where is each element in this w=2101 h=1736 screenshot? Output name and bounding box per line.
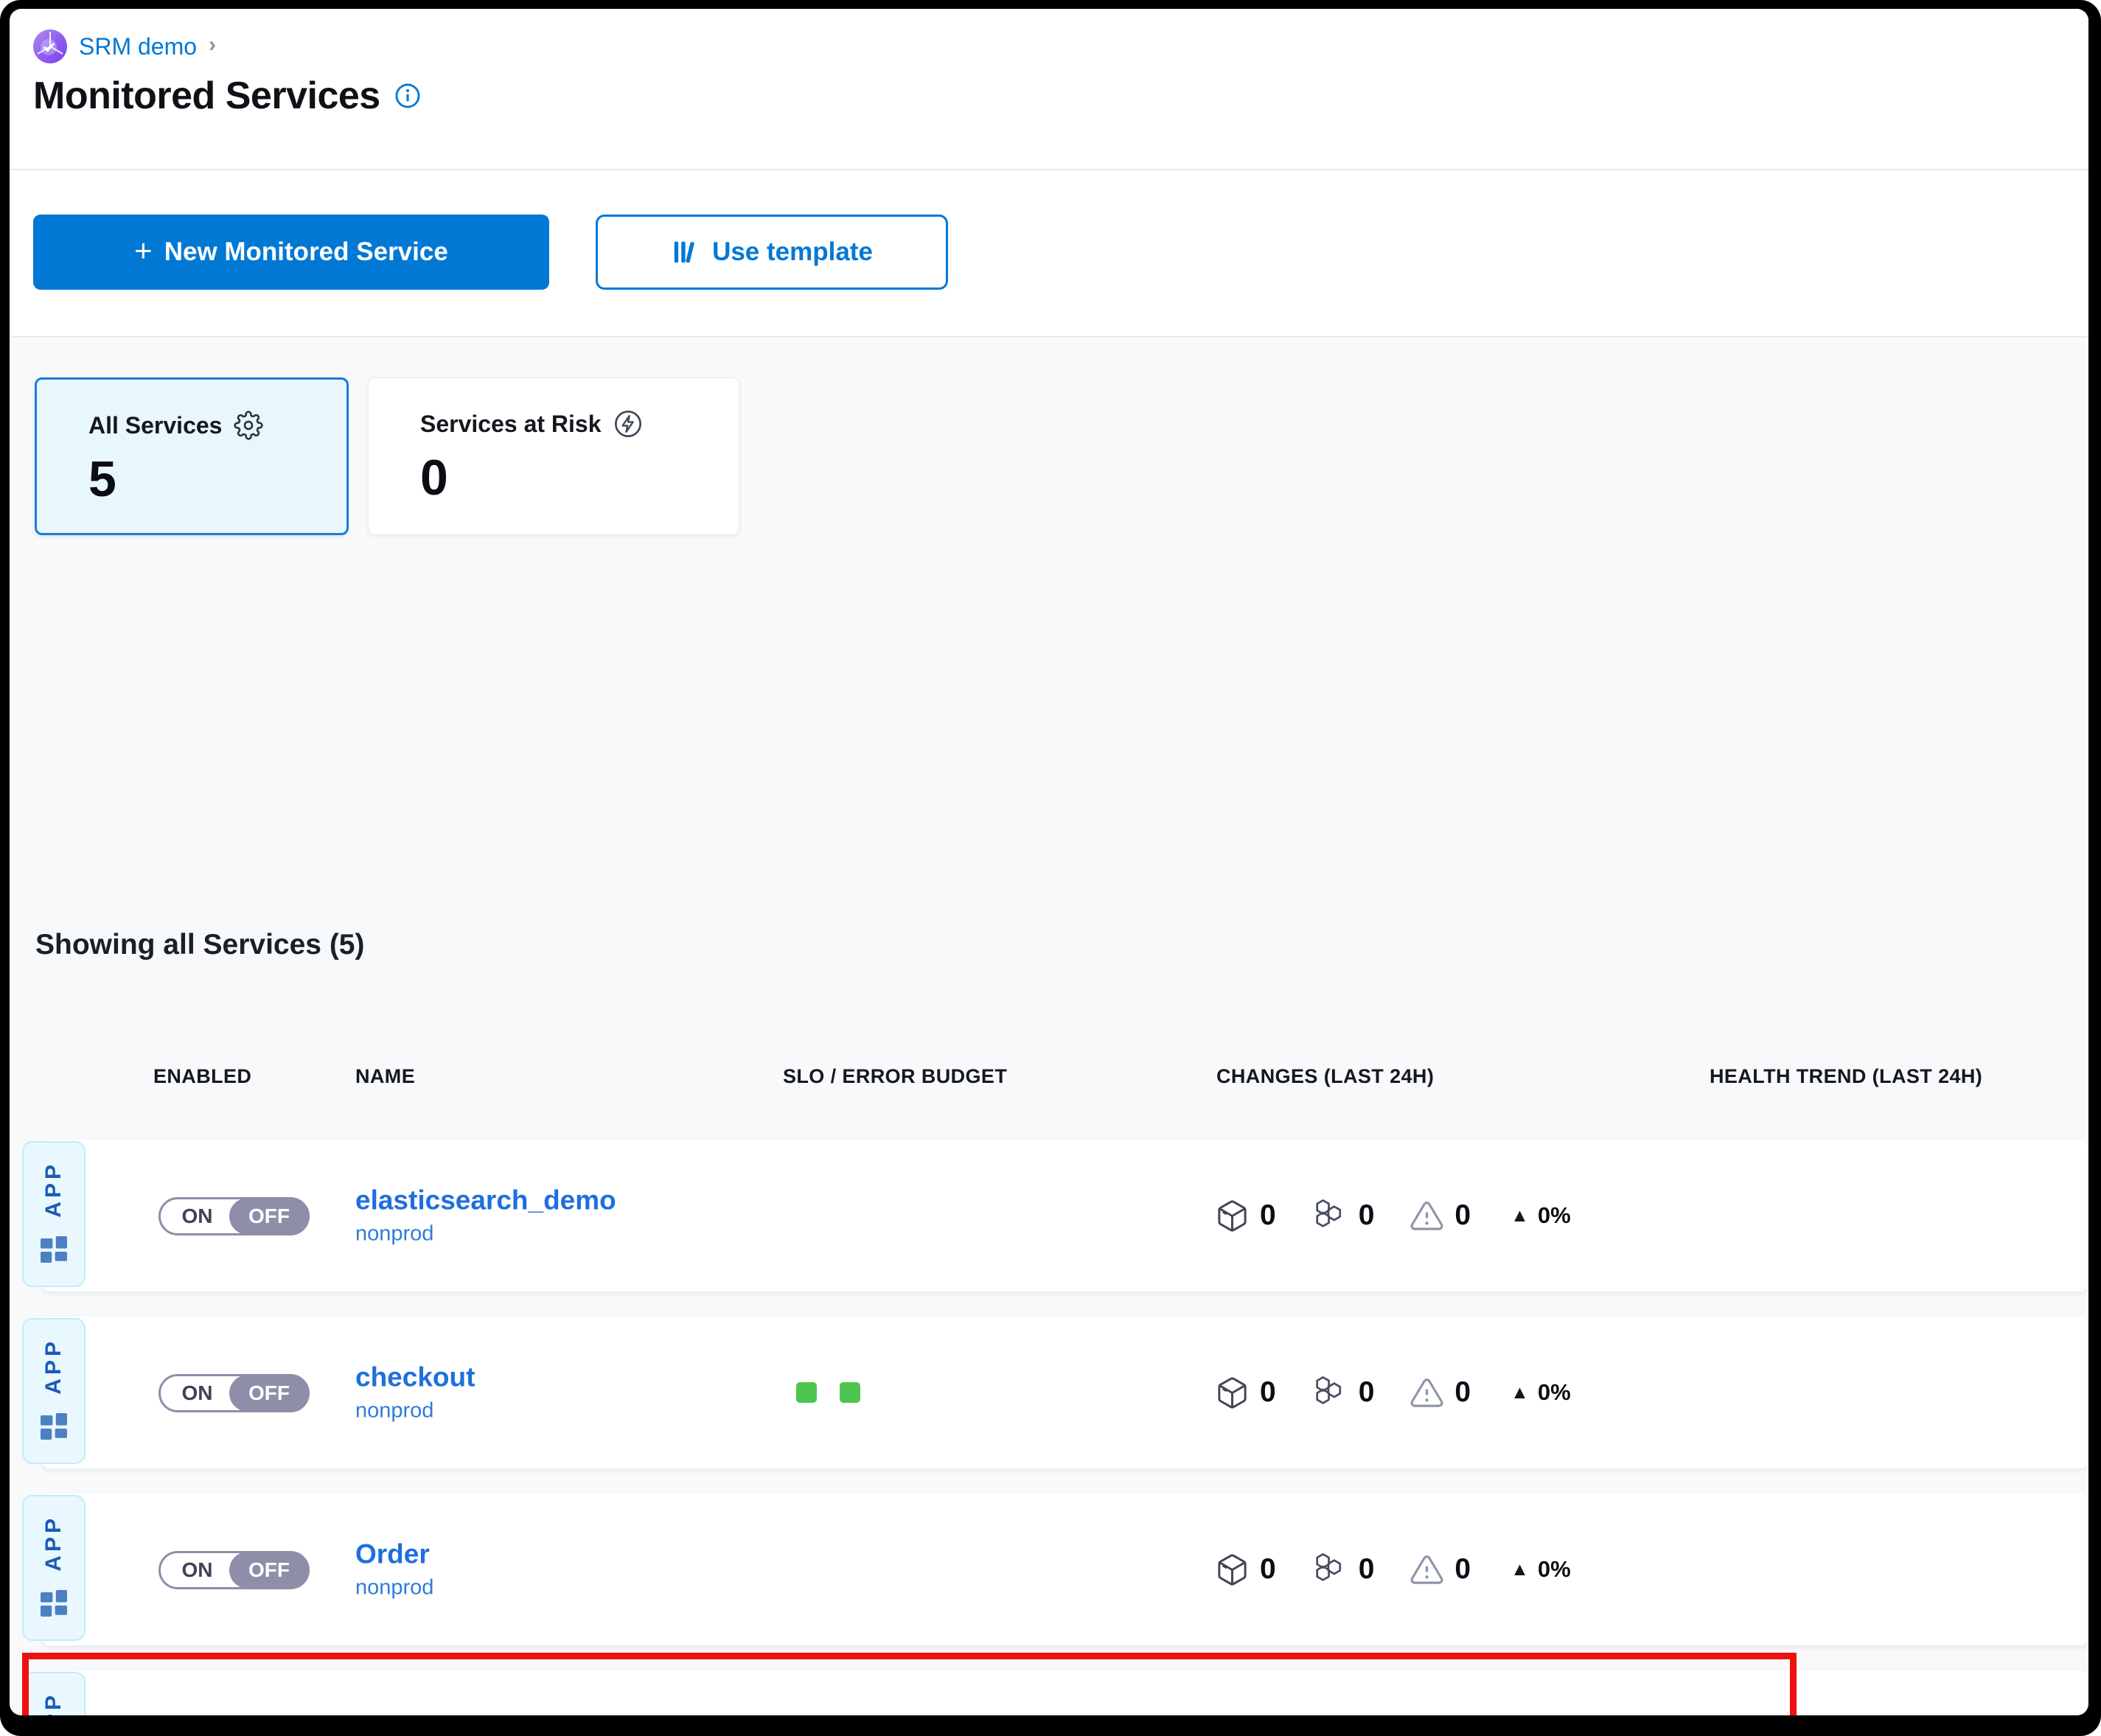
service-name-block: Order nonprod [355, 1539, 433, 1600]
toggle-off-label: OFF [229, 1552, 309, 1589]
trend-up-icon: ▲ [1511, 1205, 1529, 1227]
column-changes: CHANGES (LAST 24H) [1216, 1065, 1434, 1088]
slo-block [796, 1382, 817, 1403]
screenshot-frame: SRM demo › Monitored Services + New Moni… [0, 0, 2101, 1736]
changes-cluster: 0 0 0 ▲ 0% [1215, 1197, 1571, 1234]
table-header: ENABLED NAME SLO / ERROR BUDGET CHANGES … [10, 1065, 2088, 1095]
infrastructure-count: 0 [1359, 1199, 1375, 1232]
monitored-services-page: SRM demo › Monitored Services + New Moni… [10, 9, 2088, 1715]
services-at-risk-label: Services at Risk [420, 411, 602, 438]
package-icon [1215, 1199, 1250, 1233]
actions-bar: + New Monitored Service Use template [10, 172, 2088, 338]
app-grid-icon [36, 1232, 72, 1267]
app-grid-icon [36, 1409, 72, 1444]
all-services-label: All Services [88, 412, 222, 439]
project-avatar [33, 29, 67, 63]
slo-block [840, 1382, 860, 1403]
all-services-card[interactable]: All Services 5 [35, 377, 349, 535]
app-module-badge: APP [22, 1495, 86, 1641]
service-env: nonprod [355, 1399, 475, 1423]
page-header: SRM demo › Monitored Services [10, 9, 2088, 170]
app-module-badge: APP [22, 1318, 86, 1464]
trend-up-icon: ▲ [1511, 1559, 1529, 1580]
trend-up-icon: ▲ [1511, 1382, 1529, 1404]
table-row-Order[interactable]: APP ON OFF Order nonprod [43, 1493, 2087, 1645]
new-monitored-service-button[interactable]: + New Monitored Service [33, 215, 549, 290]
app-module-badge: APP [22, 1141, 86, 1287]
incidents-count: 0 [1454, 1553, 1471, 1586]
column-name: NAME [355, 1065, 415, 1088]
breadcrumb-chevron-icon: › [209, 32, 216, 57]
app-badge-label: APP [41, 1515, 66, 1572]
health-trend-value: 0% [1538, 1379, 1571, 1406]
column-enabled: ENABLED [153, 1065, 251, 1088]
service-env: nonprod [355, 1576, 433, 1600]
plus-icon: + [134, 233, 153, 268]
table-row-elasticsearch_demo[interactable]: APP ON OFF elasticsearch_demo nonprod [43, 1140, 2087, 1291]
toggle-on-label: ON [161, 1376, 234, 1410]
health-trend-value: 0% [1538, 1556, 1571, 1583]
service-name-link[interactable]: elasticsearch_demo [355, 1185, 616, 1216]
list-heading: Showing all Services (5) [35, 929, 364, 961]
app-grid-icon [36, 1586, 72, 1621]
hexagons-icon [1311, 1551, 1348, 1588]
breadcrumb-project-link[interactable]: SRM demo [79, 33, 197, 60]
slo-error-budget-blocks [796, 1382, 860, 1403]
health-trend-value: 0% [1538, 1202, 1571, 1229]
infrastructure-count: 0 [1359, 1553, 1375, 1586]
page-title: Monitored Services [33, 74, 380, 118]
service-name-block: checkout nonprod [355, 1362, 475, 1423]
use-template-button[interactable]: Use template [596, 215, 948, 290]
app-module-badge: APP [22, 1672, 86, 1715]
changes-cluster: 0 0 0 ▲ 0% [1215, 1374, 1571, 1411]
column-slo-error-budget: SLO / ERROR BUDGET [783, 1065, 1007, 1088]
toggle-on-label: ON [161, 1199, 234, 1233]
hexagons-icon [1311, 1197, 1348, 1234]
toggle-on-label: ON [161, 1553, 234, 1587]
app-badge-label: APP [41, 1161, 66, 1218]
service-name-link[interactable]: Order [355, 1539, 433, 1570]
deployments-count: 0 [1260, 1376, 1276, 1409]
app-badge-label: APP [41, 1338, 66, 1395]
service-name-block: elasticsearch_demo nonprod [355, 1185, 616, 1247]
app-badge-label: APP [41, 1692, 66, 1715]
content-area: All Services 5 Services at Risk 0 Showin… [10, 339, 2088, 1715]
bolt-circle-icon [613, 409, 643, 439]
all-services-count: 5 [88, 450, 116, 508]
gear-icon [234, 411, 263, 440]
use-template-label: Use template [712, 237, 873, 267]
table-row-checkout[interactable]: APP ON OFF checkout nonprod [43, 1317, 2087, 1468]
template-library-icon [671, 238, 699, 266]
toggle-off-label: OFF [229, 1198, 309, 1235]
toggle-off-label: OFF [229, 1375, 309, 1412]
table-row-sample_service[interactable]: APP ON OFF sample_service nonprod [43, 1670, 2087, 1715]
deployments-count: 0 [1260, 1199, 1276, 1232]
new-monitored-service-label: New Monitored Service [164, 237, 448, 267]
incidents-count: 0 [1454, 1376, 1471, 1409]
enabled-toggle[interactable]: ON OFF [158, 1197, 310, 1235]
service-name-link[interactable]: checkout [355, 1362, 475, 1393]
breadcrumb: SRM demo › [33, 29, 216, 63]
services-at-risk-card[interactable]: Services at Risk 0 [368, 377, 739, 535]
enabled-toggle[interactable]: ON OFF [158, 1374, 310, 1412]
alert-triangle-icon [1410, 1552, 1444, 1587]
package-icon [1215, 1552, 1250, 1587]
changes-cluster: 0 0 0 ▲ 0% [1215, 1551, 1571, 1588]
incidents-count: 0 [1454, 1199, 1471, 1232]
alert-triangle-icon [1410, 1199, 1444, 1233]
srm-avatar-icon [33, 29, 67, 63]
service-env: nonprod [355, 1222, 616, 1247]
info-icon[interactable] [394, 82, 422, 110]
hexagons-icon [1311, 1374, 1348, 1411]
enabled-toggle[interactable]: ON OFF [158, 1551, 310, 1589]
package-icon [1215, 1376, 1250, 1410]
alert-triangle-icon [1410, 1376, 1444, 1410]
deployments-count: 0 [1260, 1553, 1276, 1586]
services-at-risk-count: 0 [420, 449, 448, 506]
infrastructure-count: 0 [1359, 1376, 1375, 1409]
column-health-trend: HEALTH TREND (LAST 24H) [1710, 1065, 1982, 1088]
